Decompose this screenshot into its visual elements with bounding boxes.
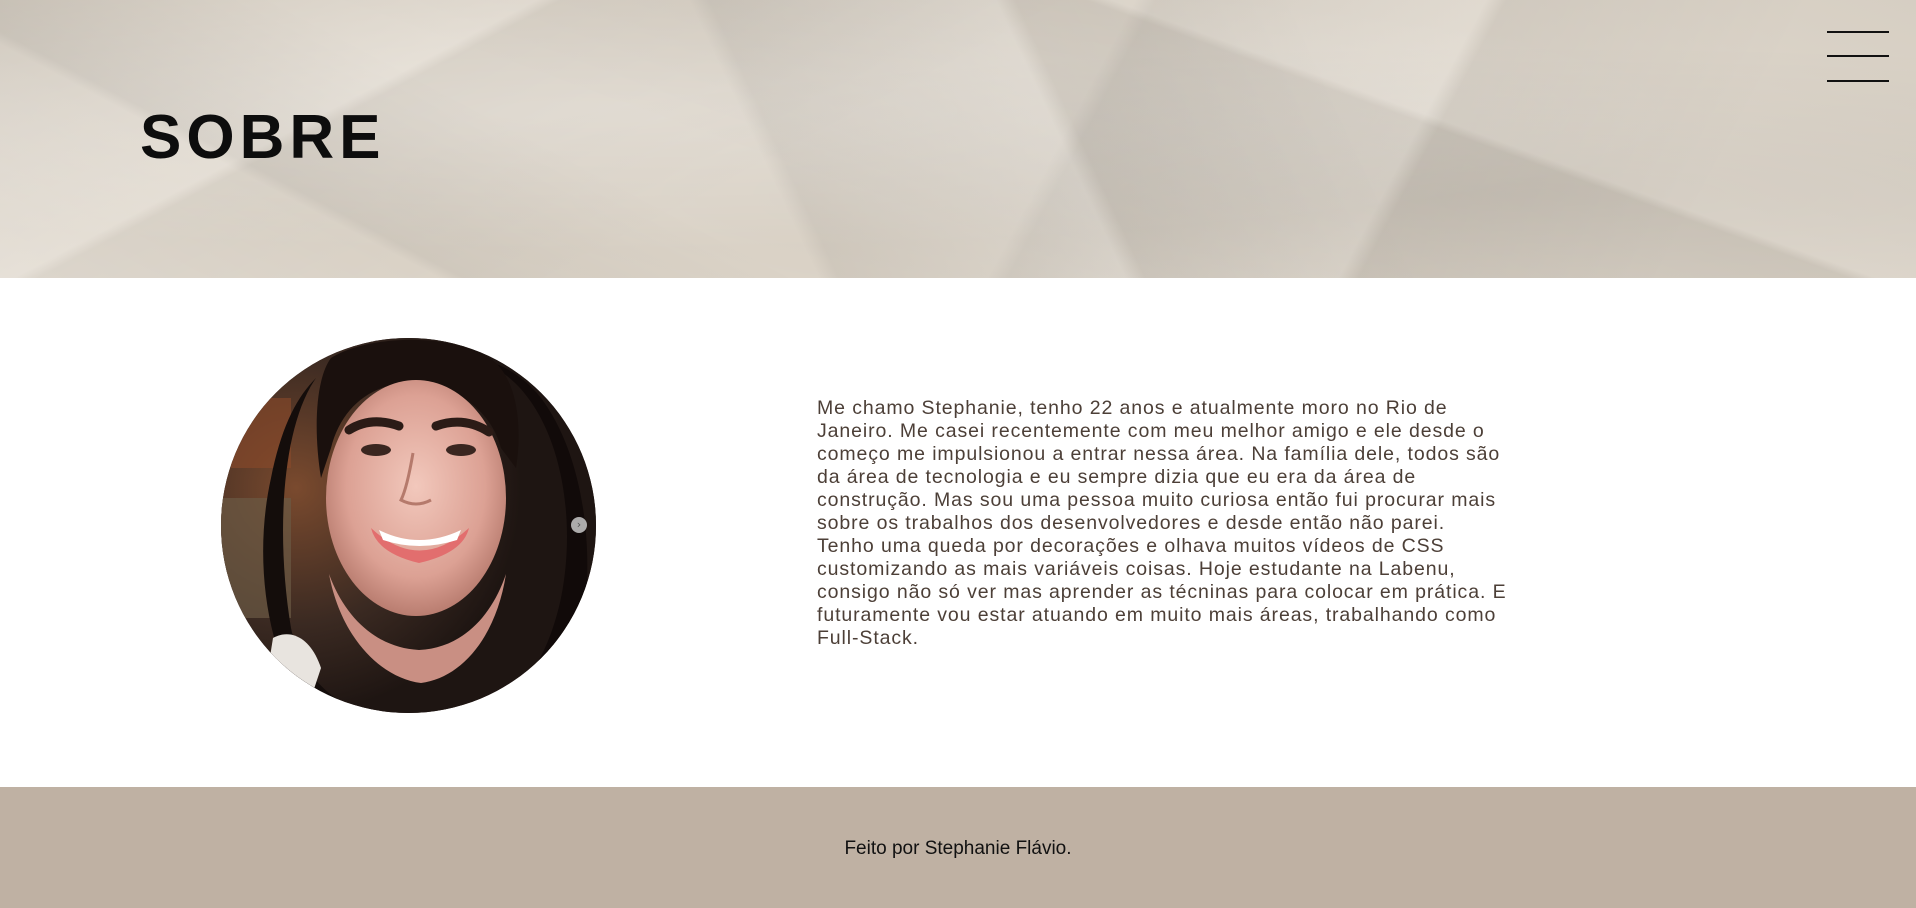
hamburger-menu-icon[interactable] [1824,28,1890,86]
bio-text: Me chamo Stephanie, tenho 22 anos e atua… [817,397,1507,649]
footer-credit: Feito por Stephanie Flávio. [844,838,1072,859]
page-title: SOBRE [140,103,386,172]
page-header: SOBRE [0,0,1916,278]
menu-bar [1827,80,1889,82]
menu-bar [1827,55,1889,57]
chevron-right-icon[interactable]: › [571,517,587,533]
profile-photo [221,338,596,713]
menu-bar [1827,31,1889,33]
profile-photo-illustration [221,338,596,713]
